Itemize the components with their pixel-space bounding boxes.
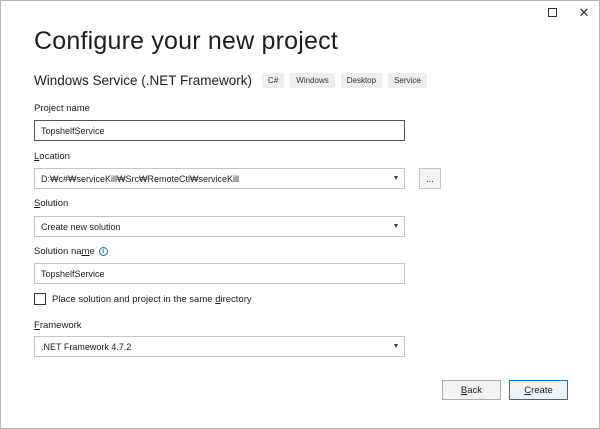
chevron-down-icon[interactable]: ▼ [388, 343, 404, 350]
solution-name-label-post: e [89, 246, 95, 257]
new-project-dialog: ✕ Configure your new project Windows Ser… [0, 0, 600, 429]
template-info: Windows Service (.NET Framework) C# Wind… [34, 73, 433, 88]
project-name-input[interactable] [41, 125, 404, 136]
tag-service: Service [388, 73, 427, 88]
same-directory-label-post: irectory [220, 293, 252, 305]
same-directory-label[interactable]: Place solution and project in the same d… [52, 294, 252, 305]
same-directory-option[interactable]: Place solution and project in the same d… [34, 293, 252, 305]
location-label-text: ocation [39, 151, 70, 162]
solution-label-text: olution [40, 198, 69, 209]
framework-label-text: ramework [39, 320, 82, 331]
solution-name-field[interactable] [34, 263, 405, 284]
same-directory-label-pre: Place solution and project in the same [52, 293, 216, 305]
location-combobox[interactable]: D:₩c#₩serviceKill₩Src₩RemoteCtl₩serviceK… [34, 168, 405, 189]
create-button[interactable]: Create [509, 380, 568, 400]
create-button-mnemonic: C [524, 384, 532, 396]
location-label: Location [34, 151, 70, 162]
close-button[interactable]: ✕ [571, 1, 597, 23]
tag-language: C# [262, 73, 285, 88]
tag-project-type: Desktop [340, 73, 383, 88]
solution-name-label: Solution name i [34, 246, 108, 257]
location-value: D:₩c#₩serviceKill₩Src₩RemoteCtl₩serviceK… [41, 173, 240, 184]
info-icon[interactable]: i [98, 246, 108, 256]
page-title: Configure your new project [34, 27, 338, 55]
chevron-down-icon[interactable]: ▼ [388, 223, 404, 230]
tag-platform: Windows [290, 73, 335, 88]
solution-name-label-pre: Solution na [34, 246, 82, 257]
framework-value: .NET Framework 4.7.2 [41, 341, 132, 352]
close-icon: ✕ [578, 4, 590, 20]
framework-label: Framework [34, 320, 82, 331]
back-button-label: ack [467, 384, 483, 396]
same-directory-checkbox[interactable] [34, 293, 46, 305]
create-button-label: reate [531, 384, 553, 396]
solution-name-input[interactable] [41, 268, 404, 279]
browse-location-button[interactable]: ... [419, 168, 441, 189]
solution-label: Solution [34, 198, 68, 209]
chevron-down-icon[interactable]: ▼ [388, 175, 404, 182]
project-name-field[interactable] [34, 120, 405, 141]
maximize-icon [547, 7, 557, 17]
maximize-button[interactable] [539, 1, 565, 23]
back-button[interactable]: Back [442, 380, 501, 400]
solution-value: Create new solution [41, 221, 121, 232]
solution-select[interactable]: Create new solution ▼ [34, 216, 405, 237]
project-name-label: Project name [34, 103, 90, 114]
framework-select[interactable]: .NET Framework 4.7.2 ▼ [34, 336, 405, 357]
template-name: Windows Service (.NET Framework) [34, 73, 253, 88]
